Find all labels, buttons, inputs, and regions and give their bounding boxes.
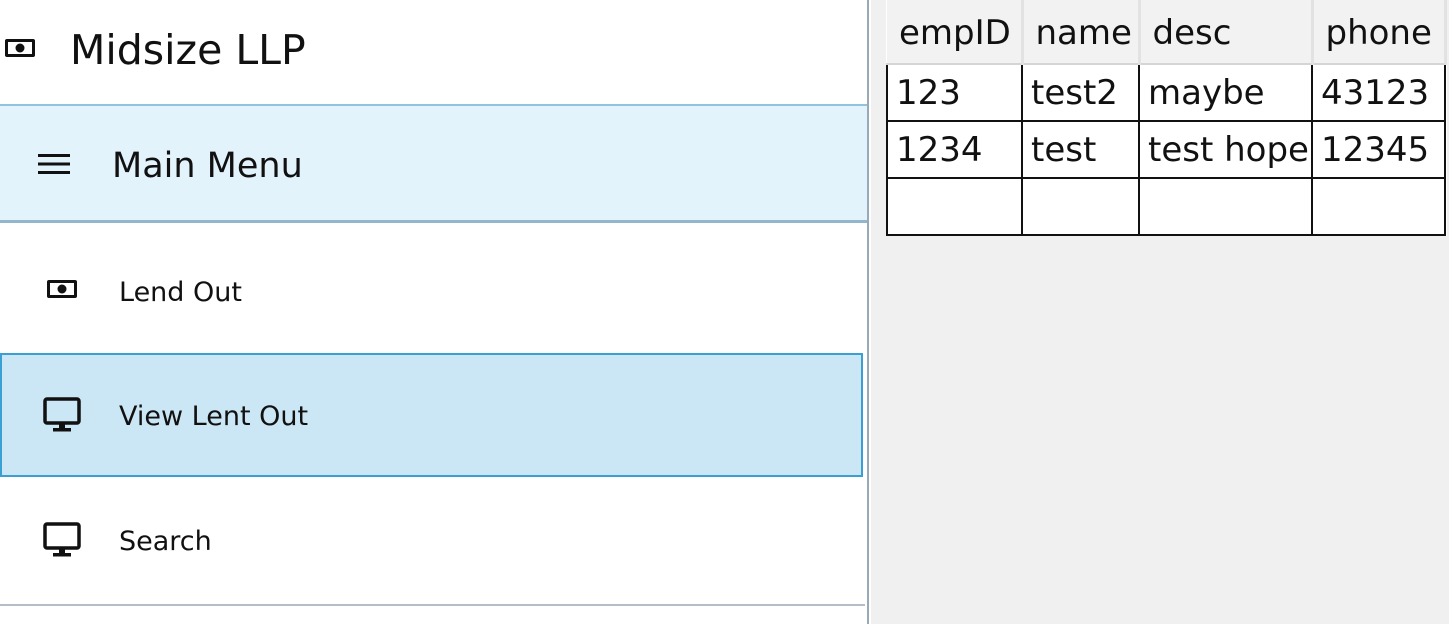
column-header-empid[interactable]: empID [887, 0, 1024, 65]
data-grid[interactable]: empID name desc phone 123 test2 maybe 43… [886, 0, 1447, 236]
table-row-new[interactable] [886, 177, 1446, 236]
grid-cell[interactable] [1138, 177, 1313, 236]
money-icon [46, 278, 78, 304]
monitor-icon [43, 522, 81, 562]
table-row[interactable]: 1234 test test hope 12345 [886, 120, 1446, 179]
grid-cell[interactable]: 1234 [886, 120, 1023, 179]
nav-item-label: View Lent Out [119, 401, 309, 432]
column-header-name[interactable]: name [1022, 0, 1141, 65]
nav-item-label: Lend Out [119, 277, 242, 308]
grid-cell[interactable] [1311, 177, 1446, 236]
grid-cell[interactable] [1021, 177, 1140, 236]
nav-item-label: Search [119, 526, 212, 557]
grid-cell[interactable]: 12345 [1311, 120, 1446, 179]
nav-item-lend-out[interactable]: Lend Out [0, 228, 865, 352]
hamburger-icon [38, 152, 70, 180]
app-header: Midsize LLP [0, 0, 867, 104]
money-icon [4, 37, 36, 63]
grid-header-row: empID name desc phone [887, 0, 1447, 65]
grid-cell[interactable]: maybe [1138, 63, 1313, 122]
grid-cell[interactable]: 43123 [1311, 63, 1446, 122]
table-row[interactable]: 123 test2 maybe 43123 [886, 63, 1446, 122]
column-header-phone[interactable]: phone [1312, 0, 1447, 65]
content-pane: empID name desc phone 123 test2 maybe 43… [871, 0, 1449, 624]
grid-cell[interactable]: test hope [1138, 120, 1313, 179]
column-header-desc[interactable]: desc [1139, 0, 1314, 65]
navigation-pane: Midsize LLP Main Menu Lend Out View Lent… [0, 0, 869, 624]
app-window: Midsize LLP Main Menu Lend Out View Lent… [0, 0, 1449, 624]
nav-item-search[interactable]: Search [0, 480, 865, 606]
main-menu-toggle[interactable]: Main Menu [0, 104, 867, 223]
grid-cell[interactable]: test2 [1021, 63, 1140, 122]
main-menu-label: Main Menu [112, 146, 303, 186]
grid-cell[interactable] [886, 177, 1023, 236]
app-title: Midsize LLP [70, 26, 306, 74]
nav-item-view-lent-out[interactable]: View Lent Out [0, 353, 863, 477]
monitor-icon [43, 397, 81, 437]
grid-cell[interactable]: test [1021, 120, 1140, 179]
grid-cell[interactable]: 123 [886, 63, 1023, 122]
